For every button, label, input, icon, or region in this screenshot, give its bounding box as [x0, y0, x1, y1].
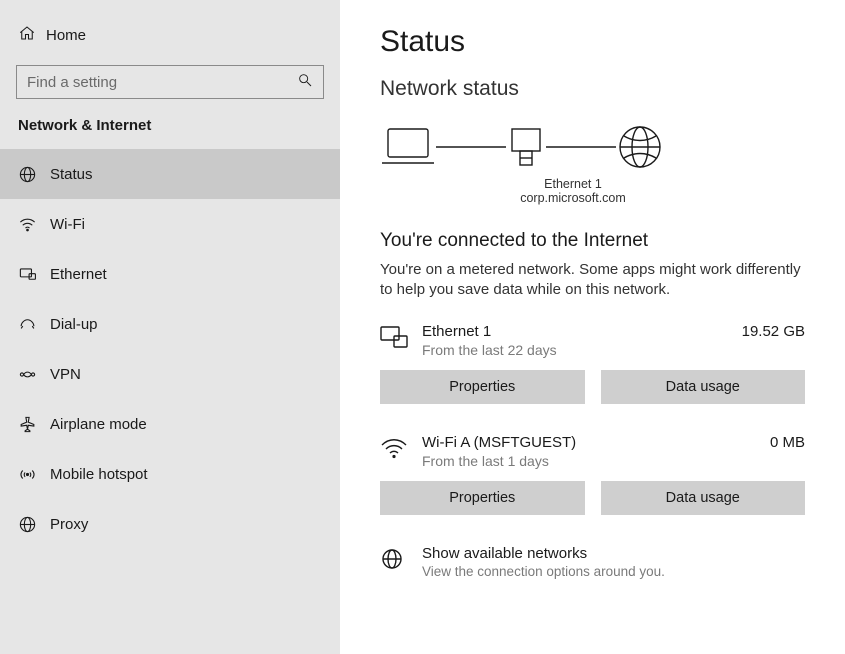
network-sub: From the last 1 days	[422, 453, 760, 469]
section-label: Network & Internet	[0, 117, 340, 149]
settings-sidebar: Home Find a setting Network & Internet S…	[0, 0, 340, 654]
home-label: Home	[46, 27, 86, 44]
sidebar-item-dialup[interactable]: Dial-up	[0, 299, 340, 349]
sidebar-item-label: Mobile hotspot	[50, 466, 148, 483]
diagram-adapter: Ethernet 1	[508, 177, 638, 191]
sidebar-item-airplane[interactable]: Airplane mode	[0, 399, 340, 449]
globe-icon	[616, 123, 664, 171]
network-name: Wi-Fi A (MSFTGUEST)	[422, 434, 760, 451]
router-icon	[506, 125, 546, 169]
page-subtitle: Network status	[380, 77, 805, 101]
sidebar-item-label: VPN	[50, 366, 81, 383]
sidebar-item-status[interactable]: Status	[0, 149, 340, 199]
sidebar-item-label: Dial-up	[50, 316, 98, 333]
show-net-sub: View the connection options around you.	[422, 564, 665, 579]
data-usage-button[interactable]: Data usage	[601, 481, 806, 515]
search-icon	[297, 72, 313, 92]
airplane-icon	[18, 415, 50, 434]
network-block-ethernet: Ethernet 1 From the last 22 days 19.52 G…	[380, 323, 805, 404]
network-diagram	[380, 123, 805, 171]
home-icon	[18, 24, 46, 46]
network-name: Ethernet 1	[422, 323, 732, 340]
ethernet-icon	[18, 265, 50, 284]
main-panel: Status Network status Ethernet 1 corp.mi…	[340, 0, 845, 654]
sidebar-item-proxy[interactable]: Proxy	[0, 499, 340, 549]
sidebar-item-label: Airplane mode	[50, 416, 147, 433]
dialup-icon	[18, 315, 50, 334]
wifi-icon	[380, 434, 422, 463]
diagram-caption: Ethernet 1 corp.microsoft.com	[508, 177, 638, 205]
connected-title: You're connected to the Internet	[380, 230, 805, 252]
sidebar-item-ethernet[interactable]: Ethernet	[0, 249, 340, 299]
globe-icon	[380, 545, 422, 574]
network-block-wifi: Wi-Fi A (MSFTGUEST) From the last 1 days…	[380, 434, 805, 515]
show-net-title: Show available networks	[422, 545, 665, 562]
diagram-domain: corp.microsoft.com	[508, 191, 638, 205]
search-input[interactable]: Find a setting	[16, 65, 324, 99]
search-placeholder: Find a setting	[27, 74, 297, 91]
sidebar-item-label: Wi-Fi	[50, 216, 85, 233]
sidebar-item-label: Proxy	[50, 516, 88, 533]
network-sub: From the last 22 days	[422, 342, 732, 358]
proxy-icon	[18, 515, 50, 534]
properties-button[interactable]: Properties	[380, 370, 585, 404]
vpn-icon	[18, 365, 50, 384]
sidebar-item-vpn[interactable]: VPN	[0, 349, 340, 399]
hotspot-icon	[18, 465, 50, 484]
ethernet-icon	[380, 323, 422, 352]
sidebar-item-label: Status	[50, 166, 93, 183]
laptop-icon	[380, 125, 436, 169]
line-icon	[546, 144, 616, 150]
wifi-icon	[18, 215, 50, 234]
connected-text: You're on a metered network. Some apps m…	[380, 260, 805, 301]
network-usage: 0 MB	[760, 434, 805, 451]
page-title: Status	[380, 25, 805, 59]
network-usage: 19.52 GB	[732, 323, 805, 340]
sidebar-item-wifi[interactable]: Wi-Fi	[0, 199, 340, 249]
globe-icon	[18, 165, 50, 184]
properties-button[interactable]: Properties	[380, 481, 585, 515]
show-available-networks[interactable]: Show available networks View the connect…	[380, 545, 805, 579]
line-icon	[436, 144, 506, 150]
sidebar-item-label: Ethernet	[50, 266, 107, 283]
home-link[interactable]: Home	[0, 15, 340, 55]
data-usage-button[interactable]: Data usage	[601, 370, 806, 404]
sidebar-item-hotspot[interactable]: Mobile hotspot	[0, 449, 340, 499]
